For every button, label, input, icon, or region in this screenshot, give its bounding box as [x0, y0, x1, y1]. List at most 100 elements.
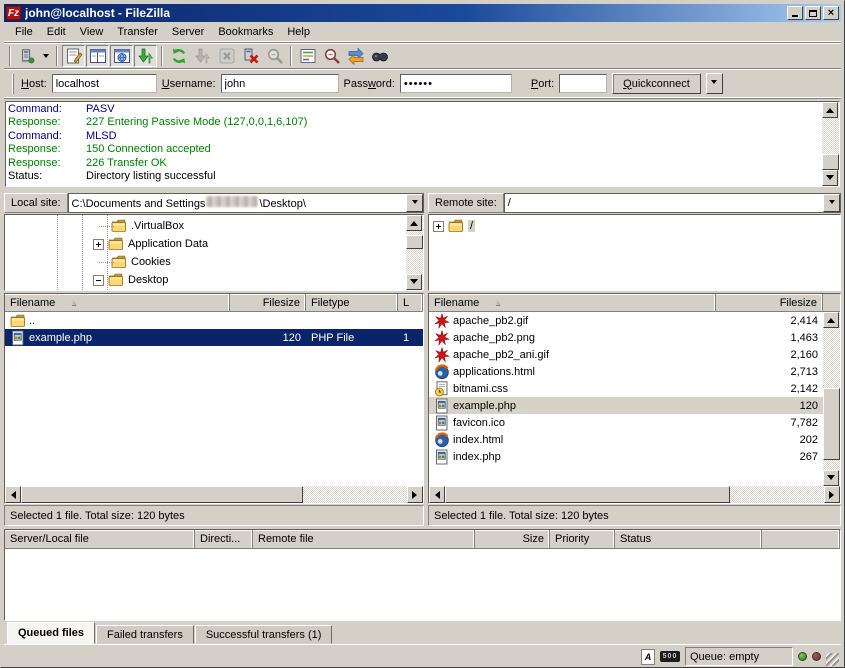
remote-vertical-scrollbar[interactable] — [823, 312, 840, 486]
scroll-thumb[interactable] — [445, 486, 730, 503]
local-horizontal-scrollbar[interactable] — [5, 486, 423, 503]
menu-view[interactable]: View — [73, 24, 111, 40]
column-header-size[interactable]: Size — [475, 530, 550, 548]
tree-item-application-data[interactable]: Application Data — [5, 235, 406, 253]
tab-queued-files[interactable]: Queued files — [7, 622, 95, 644]
column-header-modified[interactable]: L — [398, 294, 423, 311]
file-row-parent-dir[interactable]: .. — [5, 312, 423, 329]
local-tree-scrollbar[interactable] — [406, 215, 423, 290]
scroll-thumb[interactable] — [406, 235, 423, 249]
scroll-down-button[interactable] — [823, 470, 839, 486]
scroll-up-button[interactable] — [823, 312, 839, 328]
file-row[interactable]: index.html202 — [429, 431, 823, 448]
file-row[interactable]: applications.html2,713 — [429, 363, 823, 380]
scroll-thumb[interactable] — [822, 154, 839, 170]
tree-item-root[interactable]: / — [429, 217, 840, 235]
refresh-button[interactable] — [167, 45, 190, 67]
menu-bookmarks[interactable]: Bookmarks — [211, 24, 280, 40]
tab-failed-transfers[interactable]: Failed transfers — [96, 625, 194, 644]
password-input[interactable] — [400, 74, 512, 93]
remote-path-dropdown[interactable] — [823, 194, 840, 212]
remote-path-combobox[interactable]: / — [504, 193, 841, 213]
scroll-thumb[interactable] — [823, 388, 840, 460]
tree-item-desktop[interactable]: Desktop — [5, 271, 406, 289]
expand-icon[interactable] — [93, 239, 104, 250]
scroll-down-button[interactable] — [822, 170, 838, 186]
cancel-operation-button[interactable] — [215, 45, 238, 67]
toggle-local-tree-button[interactable] — [86, 45, 109, 67]
folder-icon — [10, 313, 26, 329]
menu-server[interactable]: Server — [165, 24, 211, 40]
scroll-right-button[interactable] — [824, 486, 840, 503]
speed-limit-icon[interactable]: 500 — [660, 651, 680, 662]
scroll-left-button[interactable] — [429, 486, 445, 503]
maximize-button[interactable] — [805, 6, 821, 20]
scroll-up-button[interactable] — [406, 215, 422, 231]
close-button[interactable]: × — [823, 6, 839, 20]
resize-grip[interactable] — [826, 653, 839, 666]
menu-help[interactable]: Help — [280, 24, 317, 40]
column-header-direction[interactable]: Directi... — [195, 530, 253, 548]
scroll-up-button[interactable] — [822, 102, 838, 118]
local-site-label: Local site: — [4, 193, 68, 213]
file-row[interactable]: bitnami.css2,142 — [429, 380, 823, 397]
column-header-filename[interactable]: Filename▲ — [429, 294, 716, 311]
site-manager-dropdown[interactable] — [39, 45, 52, 67]
column-header-status[interactable]: Status — [615, 530, 762, 548]
file-row[interactable]: apache_pb2.png1,463 — [429, 329, 823, 346]
scroll-left-button[interactable] — [5, 486, 21, 503]
remote-file-list-header: Filename▲ Filesize — [429, 294, 840, 312]
site-manager-button[interactable] — [15, 45, 38, 67]
quickconnect-button[interactable]: Quickconnect — [612, 73, 701, 94]
column-header-priority[interactable]: Priority — [550, 530, 615, 548]
scroll-thumb[interactable] — [21, 486, 303, 503]
sync-browsing-button[interactable] — [344, 45, 367, 67]
tree-item-cookies[interactable]: Cookies — [5, 253, 406, 271]
scroll-down-button[interactable] — [406, 274, 422, 290]
scroll-right-button[interactable] — [407, 486, 423, 503]
local-status-text: Selected 1 file. Total size: 120 bytes — [4, 505, 424, 526]
menu-transfer[interactable]: Transfer — [110, 24, 165, 40]
file-row[interactable]: index.php267 — [429, 448, 823, 465]
reconnect-button[interactable] — [263, 45, 286, 67]
message-log: Command:PASV Response:227 Entering Passi… — [5, 101, 840, 187]
file-row-example-php[interactable]: example.php 120 PHP File 1 — [5, 329, 423, 346]
port-input[interactable] — [559, 74, 607, 93]
disconnect-button[interactable] — [239, 45, 262, 67]
column-header-filesize[interactable]: Filesize — [230, 294, 306, 311]
column-header-filename[interactable]: Filename▲ — [5, 294, 230, 311]
file-row[interactable]: apache_pb2.gif2,414 — [429, 312, 823, 329]
file-row[interactable]: favicon.ico7,782 — [429, 414, 823, 431]
queue-body[interactable] — [5, 549, 840, 620]
toggle-message-log-button[interactable] — [62, 45, 85, 67]
transfer-type-icon[interactable]: A — [641, 649, 655, 665]
remote-horizontal-scrollbar[interactable] — [429, 486, 840, 503]
quickconnect-dropdown[interactable] — [706, 73, 723, 94]
toggle-queue-button[interactable] — [134, 45, 157, 67]
browser-panes: Local site: C:\Documents and Settings\De… — [4, 192, 841, 526]
menu-edit[interactable]: Edit — [40, 24, 73, 40]
compare-button[interactable] — [320, 45, 343, 67]
file-row[interactable]: apache_pb2_ani.gif2,160 — [429, 346, 823, 363]
toggle-remote-tree-button[interactable] — [110, 45, 133, 67]
tab-successful-transfers[interactable]: Successful transfers (1) — [195, 625, 333, 644]
column-header-server-local-file[interactable]: Server/Local file — [5, 530, 195, 548]
column-header-remote-file[interactable]: Remote file — [253, 530, 475, 548]
arrow-down-icon — [410, 279, 418, 288]
username-input[interactable] — [221, 74, 339, 93]
process-queue-button[interactable] — [191, 45, 214, 67]
tree-item-virtualbox[interactable]: .VirtualBox — [5, 217, 406, 235]
file-row-selected[interactable]: example.php120 — [429, 397, 823, 414]
column-header-filetype[interactable]: Filetype — [306, 294, 398, 311]
find-button[interactable] — [368, 45, 391, 67]
local-path-dropdown[interactable] — [406, 194, 423, 212]
host-input[interactable] — [52, 74, 157, 93]
menu-file[interactable]: File — [8, 24, 40, 40]
collapse-icon[interactable] — [93, 275, 104, 286]
local-path-combobox[interactable]: C:\Documents and Settings\Desktop\ — [68, 193, 424, 213]
column-header-filesize[interactable]: Filesize — [716, 294, 823, 311]
log-scrollbar[interactable] — [822, 102, 839, 186]
minimize-button[interactable] — [787, 6, 803, 20]
filter-button[interactable] — [296, 45, 319, 67]
expand-icon[interactable] — [433, 221, 444, 232]
